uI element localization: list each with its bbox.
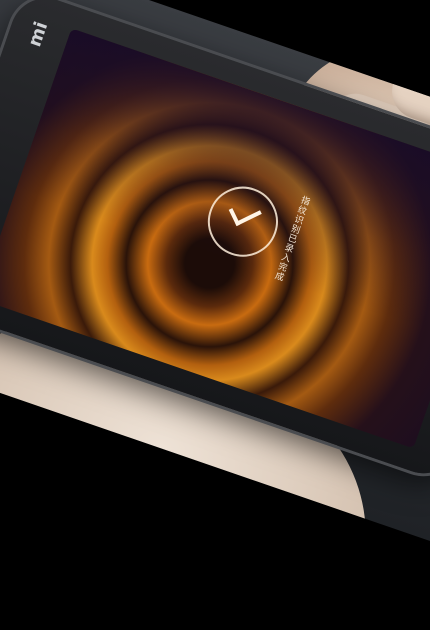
photo-scene: mi 指纹识别已录入完成	[0, 0, 430, 630]
screen-status-text: 指纹识别已录入完成	[271, 194, 311, 283]
check-mark	[228, 197, 262, 227]
brand-logo: mi	[24, 19, 53, 50]
photo-band: mi 指纹识别已录入完成	[0, 0, 430, 563]
check-icon	[198, 177, 288, 267]
